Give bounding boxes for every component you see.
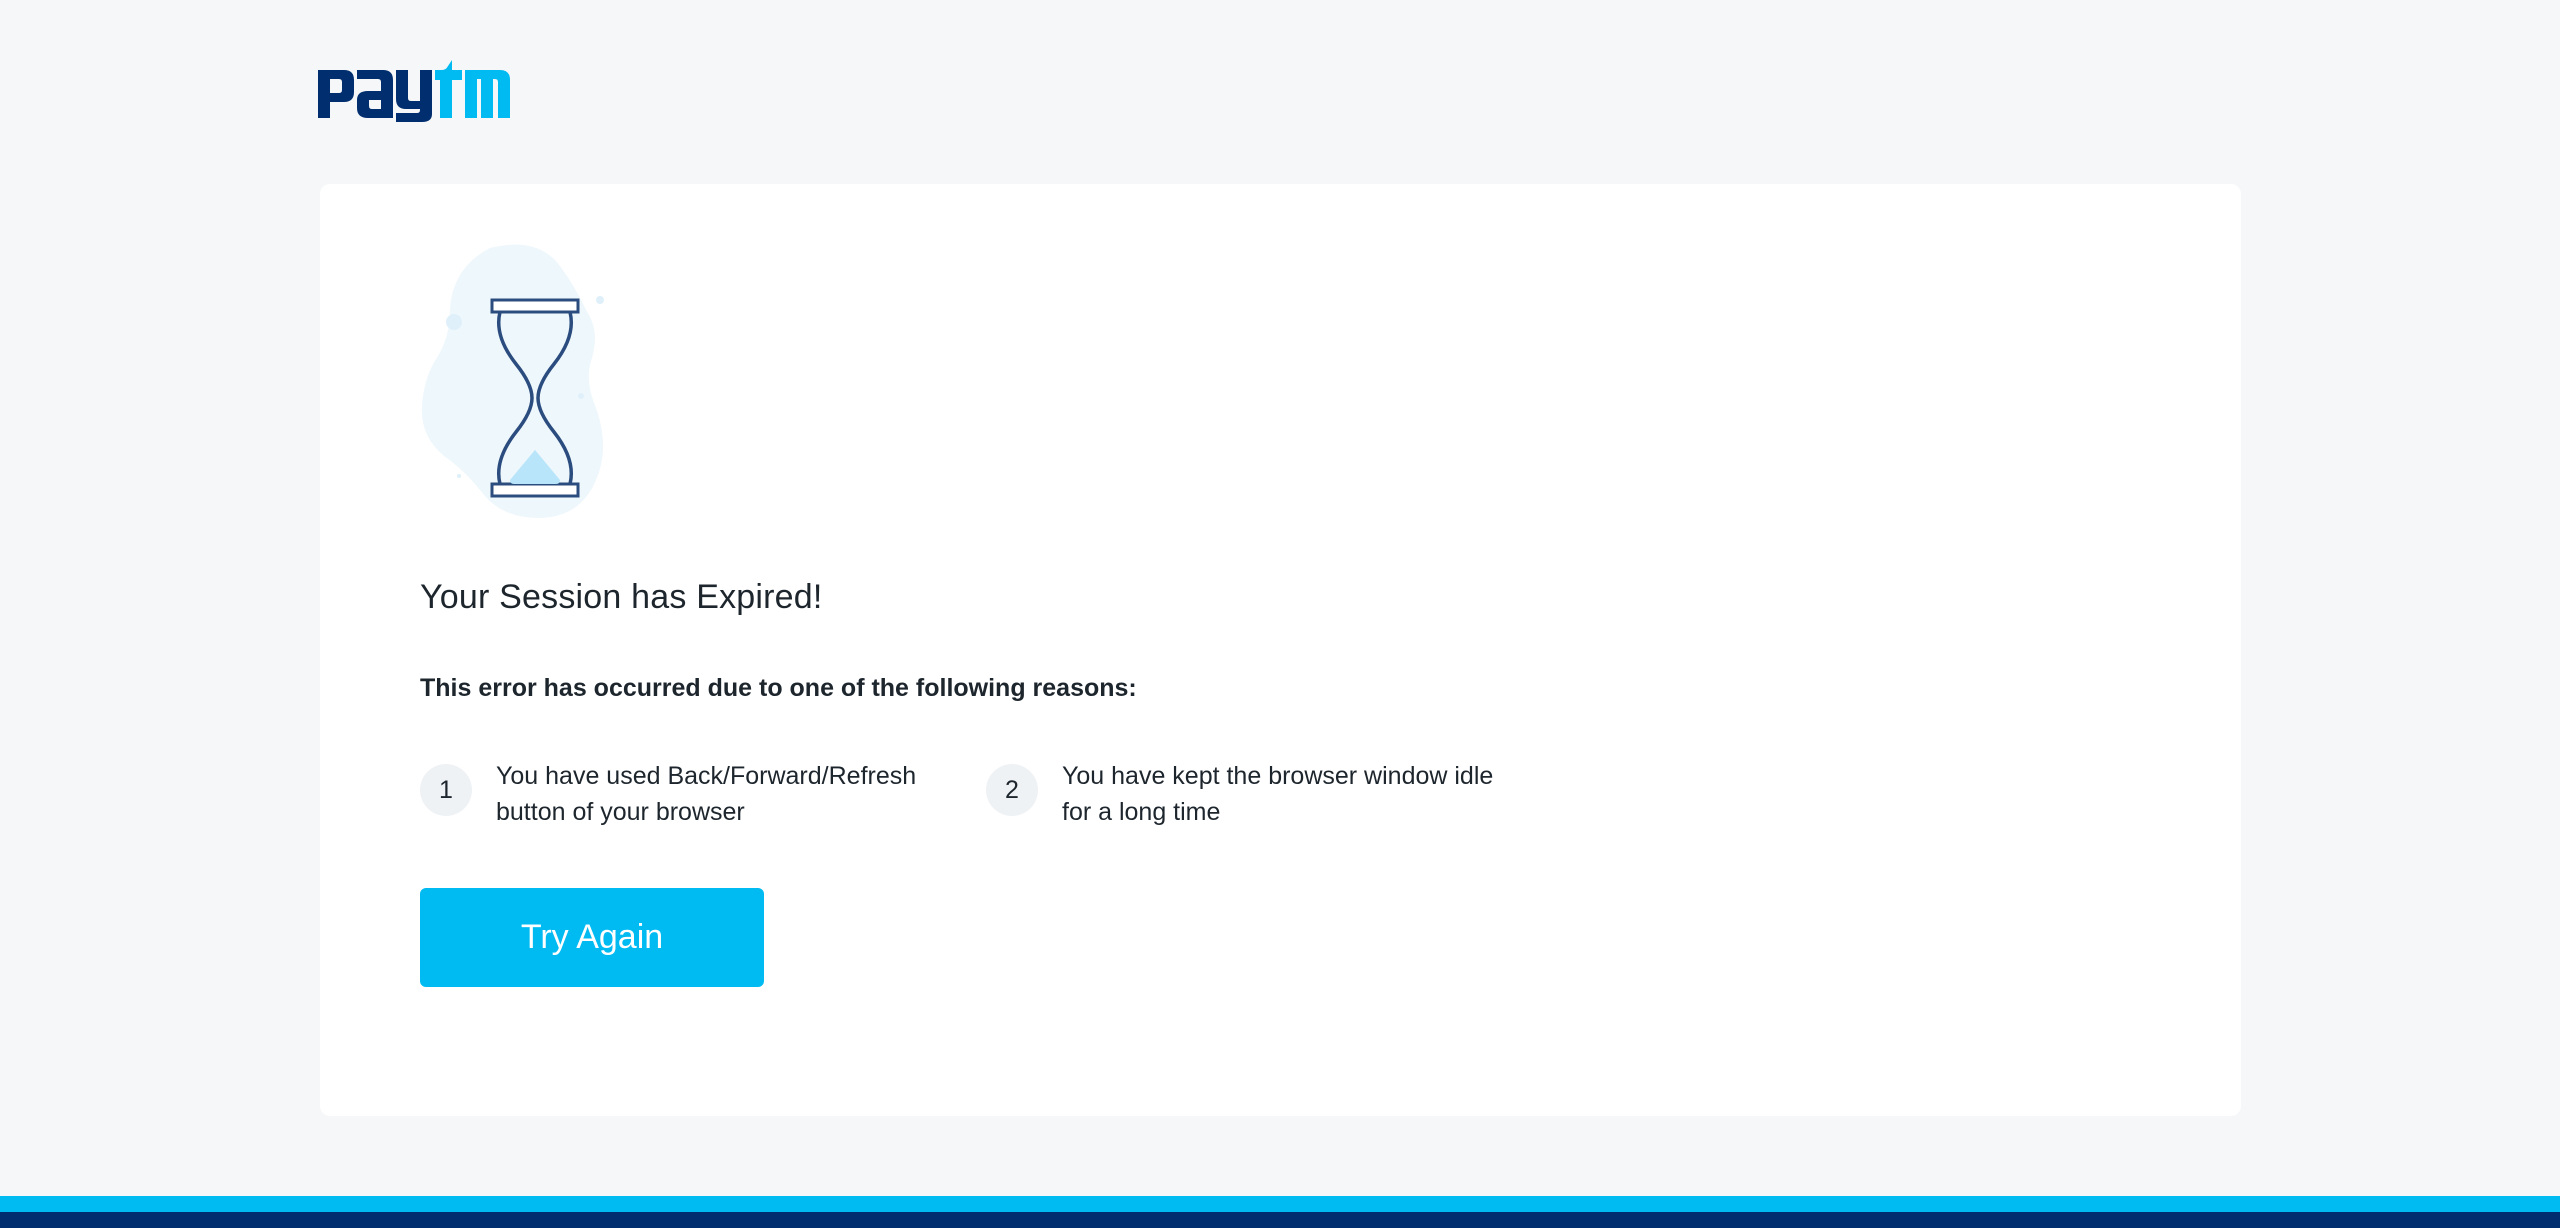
reason-text: You have used Back/Forward/Refresh butto… <box>496 762 917 826</box>
reason-number-badge: 1 <box>420 764 472 816</box>
footer-stripe-dark <box>0 1212 2560 1228</box>
reason-text: You have kept the browser window idle fo… <box>1062 762 1494 826</box>
reason-item: 2 You have kept the browser window idle … <box>986 758 1502 830</box>
hourglass-icon <box>420 240 658 528</box>
reason-number-badge: 2 <box>986 764 1038 816</box>
try-again-button[interactable]: Try Again <box>420 888 764 987</box>
reason-item: 1 You have used Back/Forward/Refresh but… <box>420 758 936 830</box>
reasons-heading: This error has occurred due to one of th… <box>420 674 1137 702</box>
footer-stripe-light <box>0 1196 2560 1212</box>
paytm-logo[interactable] <box>318 60 510 122</box>
paytm-logo-mark <box>318 60 510 122</box>
session-expired-card: Your Session has Expired! This error has… <box>320 184 2241 1116</box>
page-title: Your Session has Expired! <box>420 578 823 616</box>
